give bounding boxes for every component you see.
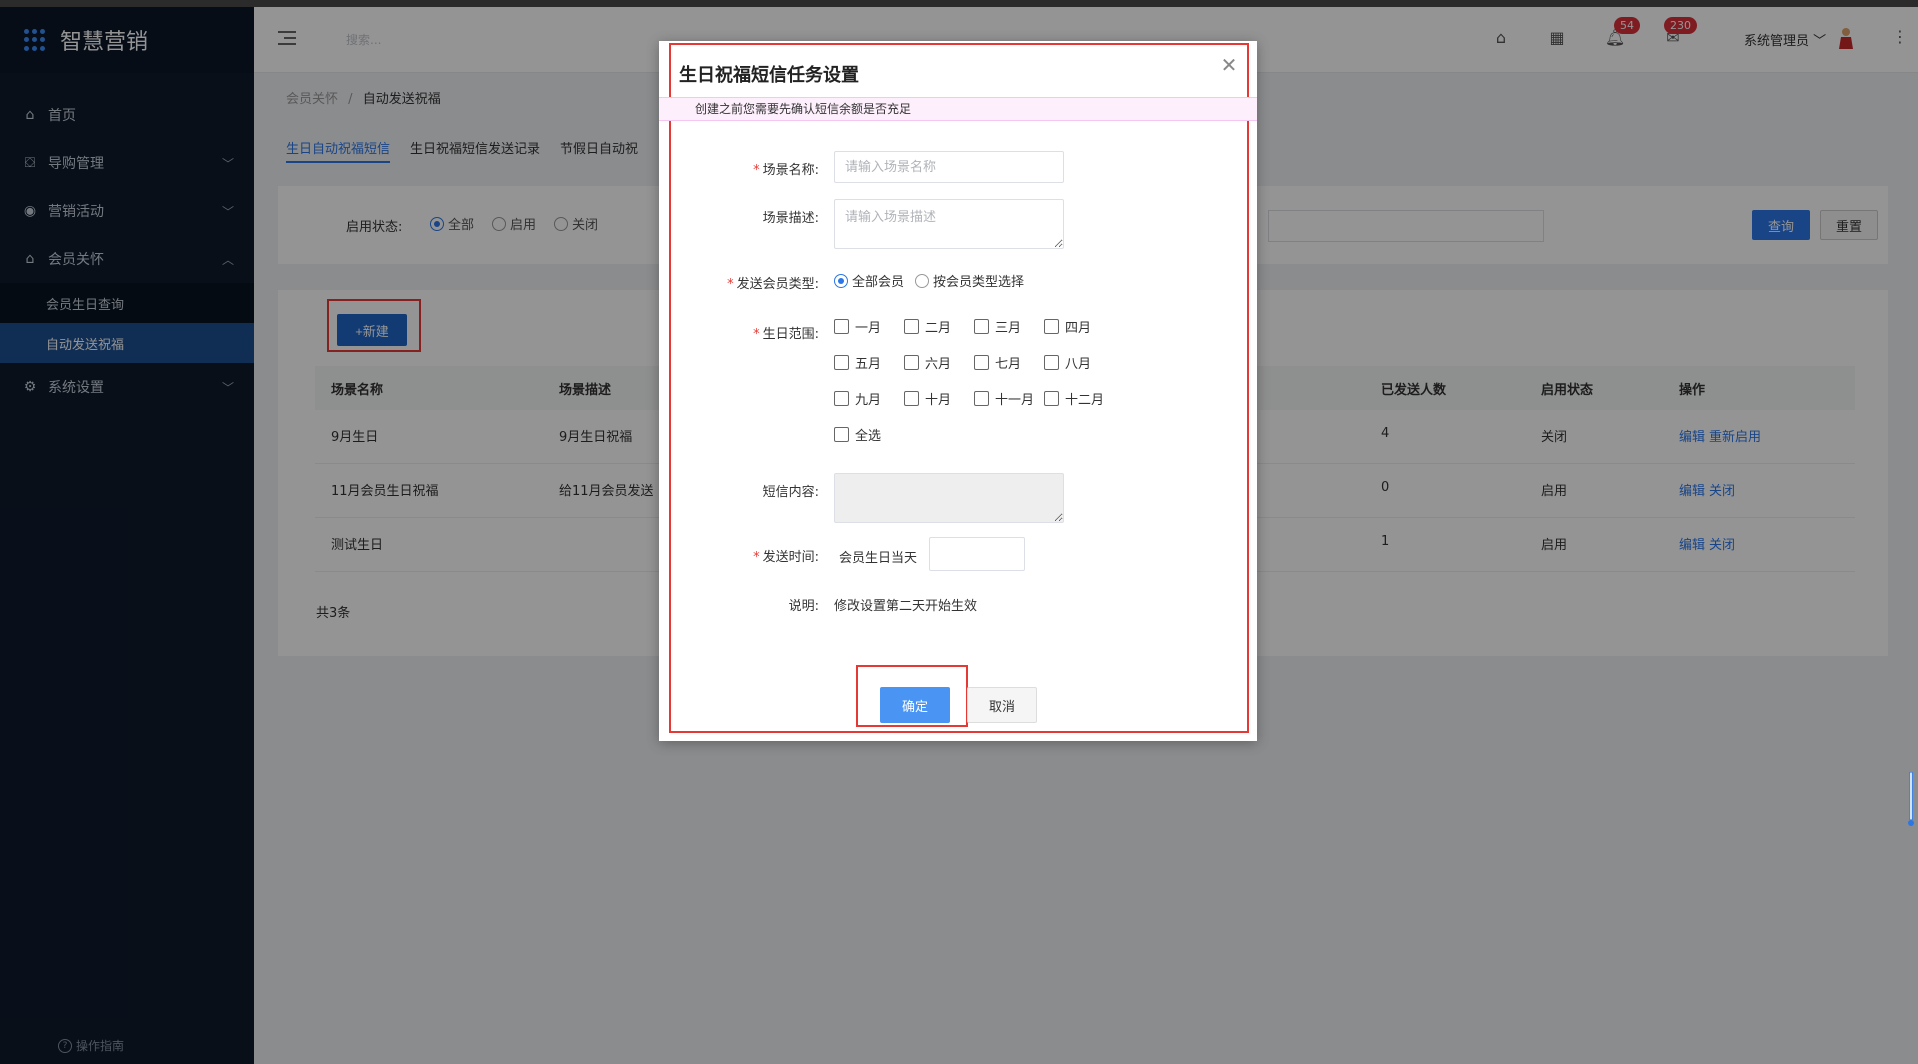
checkbox-icon [834,427,849,442]
month-checkbox[interactable]: 八月 [1044,353,1091,372]
month-label: 四月 [1065,321,1092,336]
checkbox-icon [904,319,919,334]
cancel-button[interactable]: 取消 [967,687,1037,723]
send-time-input[interactable] [929,537,1025,571]
member-type-label: * 发送会员类型: [727,277,819,292]
sms-content-textarea[interactable] [834,473,1064,523]
month-label: 十月 [925,393,952,408]
checkbox-icon [974,391,989,406]
month-checkbox[interactable]: 十二月 [1044,389,1104,408]
month-label: 十二月 [1065,393,1105,408]
scene-name-label: * 场景名称: [753,163,819,178]
sms-content-label: 短信内容: [762,485,819,500]
month-checkbox[interactable]: 三月 [974,317,1021,336]
month-checkbox[interactable]: 九月 [834,389,881,408]
send-time-prefix: 会员生日当天 [839,551,918,566]
checkbox-icon [1044,391,1059,406]
radio-label: 全部会员 [852,275,905,290]
checkbox-icon [904,391,919,406]
close-icon[interactable]: ✕ [1219,55,1239,75]
task-settings-dialog: 生日祝福短信任务设置 ✕ 创建之前您需要先确认短信余额是否充足 *场景名称: 场… [659,41,1257,741]
checkbox-icon [974,319,989,334]
note-label: 说明: [788,599,819,614]
month-checkbox[interactable]: 十月 [904,389,951,408]
checkbox-icon [834,391,849,406]
month-checkbox[interactable]: 四月 [1044,317,1091,336]
select-all-label: 全选 [855,429,882,444]
month-checkbox[interactable]: 一月 [834,317,881,336]
month-checkbox[interactable]: 二月 [904,317,951,336]
scene-name-input[interactable] [834,151,1064,183]
radio-label: 按会员类型选择 [933,275,1025,290]
confirm-button[interactable]: 确定 [880,687,950,723]
month-checkbox[interactable]: 五月 [834,353,881,372]
month-label: 八月 [1065,357,1092,372]
radio-icon [915,273,929,288]
note-text: 修改设置第二天开始生效 [834,599,978,614]
month-label: 二月 [925,321,952,336]
checkbox-icon [1044,319,1059,334]
checkbox-icon [904,355,919,370]
month-label: 五月 [855,357,882,372]
month-label: 七月 [995,357,1022,372]
month-checkbox[interactable]: 七月 [974,353,1021,372]
month-label: 六月 [925,357,952,372]
checkbox-icon [834,355,849,370]
checkbox-icon [1044,355,1059,370]
scroll-indicator[interactable] [1908,772,1914,828]
dialog-title: 生日祝福短信任务设置 [679,65,859,86]
month-checkbox[interactable]: 十一月 [974,389,1034,408]
scene-desc-textarea[interactable] [834,199,1064,249]
radio-checked-icon [834,273,848,288]
month-label: 一月 [855,321,882,336]
notice-banner: 创建之前您需要先确认短信余额是否充足 [659,97,1257,121]
month-label: 三月 [995,321,1022,336]
member-type-radio-by-type[interactable]: 按会员类型选择 [915,271,1024,290]
select-all-checkbox[interactable]: 全选 [834,425,881,444]
scene-desc-label: 场景描述: [762,211,819,226]
checkbox-icon [974,355,989,370]
checkbox-icon [834,319,849,334]
highlight-box [669,43,1249,733]
birthday-range-label: * 生日范围: [753,327,819,342]
member-type-radio-all[interactable]: 全部会员 [834,271,904,290]
month-label: 十一月 [995,393,1035,408]
month-label: 九月 [855,393,882,408]
send-time-label: * 发送时间: [753,550,819,565]
month-checkbox[interactable]: 六月 [904,353,951,372]
